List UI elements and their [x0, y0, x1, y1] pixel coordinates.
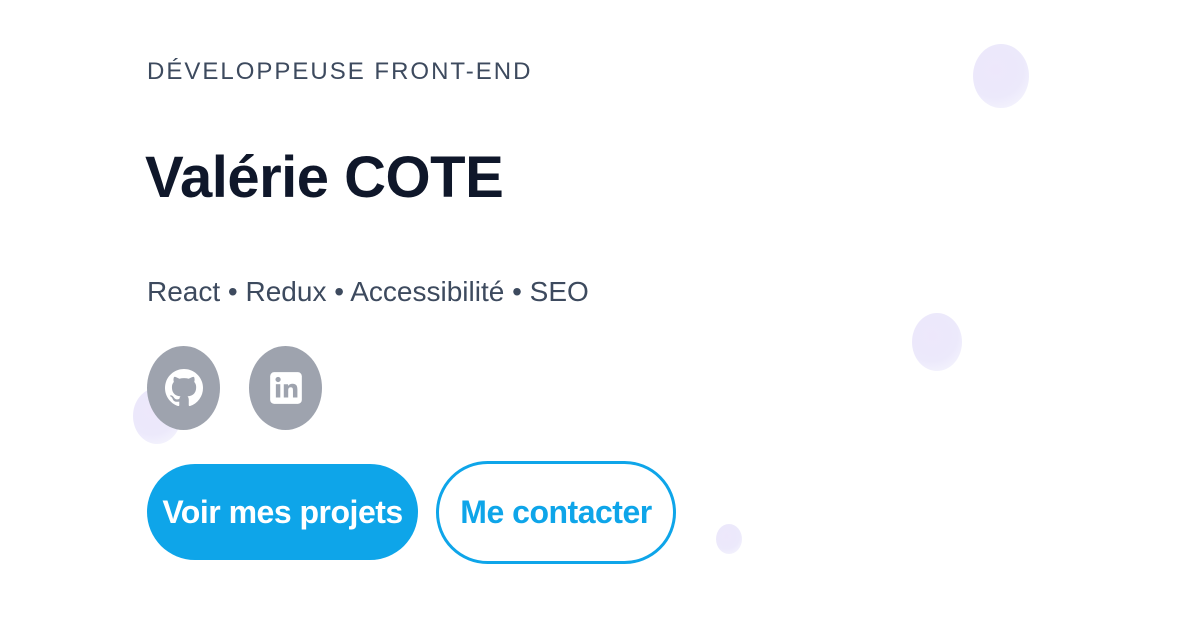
- github-icon: [164, 369, 203, 407]
- skills-list: React • Redux • Accessibilité • SEO: [147, 276, 589, 307]
- social-links: [147, 346, 322, 432]
- linkedin-link[interactable]: [249, 346, 322, 430]
- view-projects-button[interactable]: Voir mes projets: [147, 464, 418, 560]
- decorative-bubble: [912, 313, 962, 371]
- contact-button[interactable]: Me contacter: [436, 461, 676, 564]
- github-link[interactable]: [147, 346, 220, 430]
- hero-section: DÉVELOPPEUSE FRONT-END Valérie COTE Reac…: [145, 0, 847, 630]
- decorative-bubble: [973, 44, 1029, 108]
- page-title: Valérie COTE: [145, 145, 504, 210]
- linkedin-icon: [269, 372, 302, 404]
- job-title: DÉVELOPPEUSE FRONT-END: [147, 58, 533, 85]
